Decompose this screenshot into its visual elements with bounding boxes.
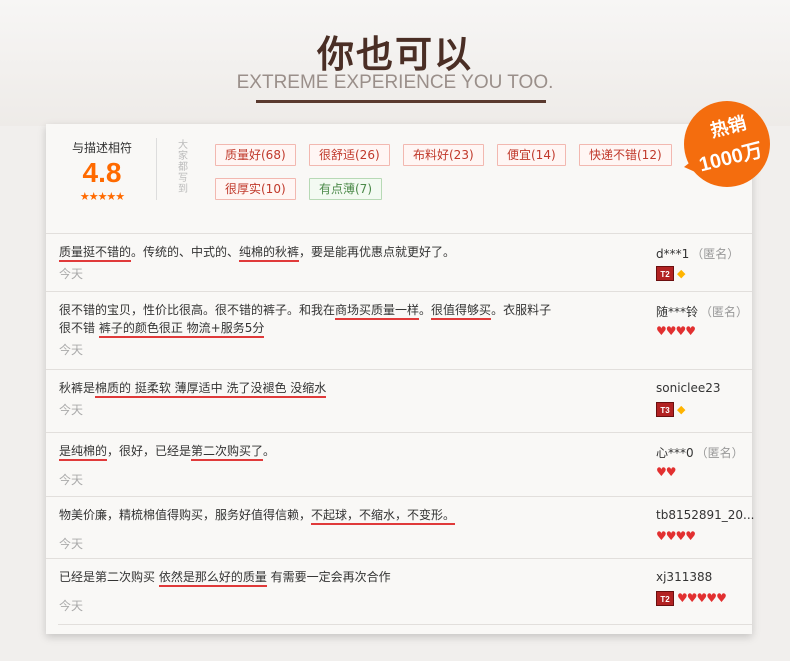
review-tag[interactable]: 快递不错(12)	[579, 144, 672, 166]
title-underline	[256, 100, 546, 103]
list-bottom-divider	[58, 624, 752, 625]
review-time: 今天	[59, 599, 84, 613]
review-item: 已经是第二次购买 依然是那么好的质量 有需要一定会再次合作今天 xj311388 T…	[46, 558, 752, 624]
review-fragment: 已经是第二次购买	[59, 570, 159, 584]
review-fragment: 很不错的宝贝，性价比很高。很不错的裤子。和我在	[59, 303, 336, 317]
reviewer-name: 心***0 （匿名）	[656, 444, 744, 461]
reviewer-name: soniclee23	[656, 381, 721, 395]
review-tag[interactable]: 便宜(14)	[497, 144, 566, 166]
review-tag[interactable]: 很厚实(10)	[215, 178, 296, 200]
review-highlight: 第二次购买了	[191, 444, 264, 461]
reviewer-level: ♥ ♥ ♥ ♥	[656, 323, 697, 339]
review-fragment: 物美价廉，精梳棉值得购买，服务好值得信赖，	[59, 508, 312, 522]
review-fragment: 。	[419, 303, 432, 317]
diamond-icon: ◆	[677, 266, 686, 280]
reviewer-username: soniclee23	[656, 381, 721, 395]
heart-icon: ♥	[685, 529, 697, 543]
review-text: 是纯棉的，很好，已经是第二次购买了。	[59, 442, 275, 461]
member-level-icon: T3	[656, 401, 674, 417]
reviewer-level: T2 ◆	[656, 265, 686, 281]
anonymous-label: （匿名）	[691, 247, 740, 261]
reviewer-name: tb8152891_20...	[656, 508, 754, 522]
review-fragment: 。衣服料子	[491, 303, 552, 317]
reviewer-name: 随***铃 （匿名）	[656, 303, 748, 320]
review-tag[interactable]: 质量好(68)	[215, 144, 296, 166]
review-highlight: 质量挺不错的	[59, 245, 132, 262]
review-tag[interactable]: 有点薄(7)	[309, 178, 382, 200]
review-highlight: 裤子的颜色很正 物流+服务5分	[98, 321, 265, 338]
review-text: 质量挺不错的。传统的、中式的、纯棉的秋裤，要是能再优惠点就更好了。	[59, 243, 455, 262]
review-fragment: 。传统的、中式的、	[131, 245, 240, 259]
review-highlight: 不起球，不缩水，不变形。	[311, 508, 456, 525]
reviewer-level: ♥ ♥	[656, 464, 677, 480]
reviewer-name: d***1 （匿名）	[656, 245, 739, 262]
rating-value: 4.8	[82, 157, 122, 188]
review-fragment: ，很好，已经是	[107, 444, 192, 458]
review-item: 秋裤是棉质的 挺柔软 薄厚适中 洗了没褪色 没缩水 今天 soniclee23 T3 ◆	[46, 369, 752, 432]
review-item: 是纯棉的，很好，已经是第二次购买了。今天 心***0 （匿名） ♥ ♥	[46, 432, 752, 496]
reviewer-level: T3 ◆	[656, 401, 686, 417]
review-text: 已经是第二次购买 依然是那么好的质量 有需要一定会再次合作	[59, 568, 391, 587]
member-level-icon: T2	[656, 265, 674, 281]
heart-icon: ♥	[685, 324, 697, 338]
reviewer-username: d***1	[656, 247, 690, 261]
reviewer-username: 随***铃	[656, 305, 699, 319]
review-highlight: 纯棉的秋裤	[239, 245, 300, 262]
review-time: 今天	[59, 343, 84, 357]
anonymous-label: （匿名）	[700, 305, 749, 319]
heart-icon: ♥	[716, 591, 727, 605]
review-text: 秋裤是棉质的 挺柔软 薄厚适中 洗了没褪色 没缩水	[59, 379, 327, 398]
review-fragment: 有需要一定会再次合作	[266, 570, 391, 584]
review-time: 今天	[59, 473, 84, 487]
rating-summary: 与描述相符 4.8 ★★★★★	[58, 136, 146, 206]
review-tag[interactable]: 布料好(23)	[403, 144, 484, 166]
heart-icon: ♥	[665, 465, 677, 479]
review-highlight: 商场买质量一样	[335, 303, 420, 320]
page-title: 你也可以	[317, 33, 473, 76]
review-fragment: 。	[263, 444, 276, 458]
review-highlight: 棉质的 挺柔软 薄厚适中 洗了没褪色 没缩水	[95, 381, 327, 398]
anonymous-label: （匿名）	[695, 446, 744, 460]
reviewer-username: 心***0	[656, 446, 694, 460]
review-fragment: ，要是能再优惠点就更好了。	[299, 245, 456, 259]
page-subtitle: EXTREME EXPERIENCE YOU TOO.	[236, 72, 554, 93]
reviewer-level: ♥ ♥ ♥ ♥	[656, 528, 697, 544]
review-item: 物美价廉，精梳棉值得购买，服务好值得信赖，不起球，不缩水，不变形。今天 tb815…	[46, 496, 754, 558]
review-fragment: 秋裤是	[59, 381, 96, 395]
reviewer-username: xj311388	[656, 570, 713, 584]
review-text: 很不错 裤子的颜色很正 物流+服务5分	[59, 319, 265, 338]
review-time: 今天	[59, 537, 84, 551]
review-text: 物美价廉，精梳棉值得购买，服务好值得信赖，不起球，不缩水，不变形。	[59, 506, 456, 525]
review-item: 很不错的宝贝，性价比很高。很不错的裤子。和我在商场买质量一样。很值得够买。衣服料…	[46, 291, 752, 369]
review-fragment: 很不错	[59, 321, 99, 335]
review-time: 今天	[59, 403, 84, 417]
hot-sale-badge: 热销 1000万	[684, 101, 784, 187]
review-text: 很不错的宝贝，性价比很高。很不错的裤子。和我在商场买质量一样。很值得够买。衣服料…	[59, 301, 551, 320]
reviewer-name: xj311388	[656, 570, 712, 584]
member-level-icon: T2	[656, 590, 674, 606]
review-highlight: 很值得够买	[431, 303, 492, 320]
reviewer-level: T2 ♥ ♥ ♥ ♥ ♥	[656, 590, 727, 606]
summary-divider	[156, 138, 157, 200]
reviewer-username: tb8152891_20...	[656, 508, 755, 522]
review-item: 质量挺不错的。传统的、中式的、纯棉的秋裤，要是能再优惠点就更好了。今天 d***1…	[46, 233, 752, 291]
rating-stars: ★★★★★	[79, 190, 125, 203]
review-tag[interactable]: 很舒适(26)	[309, 144, 390, 166]
review-highlight: 是纯棉的	[59, 444, 108, 461]
diamond-icon: ◆	[677, 402, 686, 416]
tags-caption: 大家都写到	[178, 140, 188, 195]
review-highlight: 依然是那么好的质量	[158, 570, 267, 587]
review-time: 今天	[59, 267, 84, 281]
rating-label: 与描述相符	[71, 141, 132, 155]
